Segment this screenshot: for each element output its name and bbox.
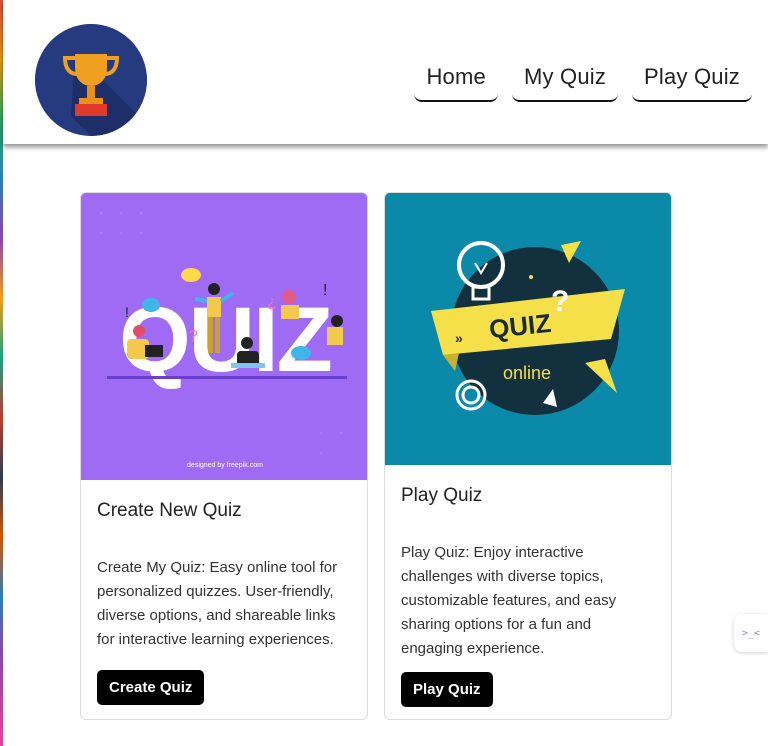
nav-home[interactable]: Home	[414, 58, 498, 102]
image-credit: designed by freepik.com	[187, 462, 263, 469]
create-quiz-card: QUIZ ¿ ? ! ! designed by freepik.com Cre…	[80, 192, 368, 720]
card-title: Play Quiz	[401, 485, 483, 506]
svg-text:?: ?	[189, 328, 198, 345]
nav-links: Home My Quiz Play Quiz	[414, 58, 752, 102]
create-quiz-button[interactable]: Create Quiz	[97, 670, 205, 705]
svg-text:?: ?	[551, 285, 569, 318]
card-title: Create New Quiz	[97, 500, 242, 521]
play-quiz-image: QUIZ ? online »	[385, 193, 671, 465]
svg-text:!: !	[323, 282, 327, 299]
card-description: Play Quiz: Enjoy interactive challenges …	[401, 544, 617, 657]
side-widget-icon[interactable]: >_<	[734, 614, 768, 652]
logo[interactable]	[35, 24, 147, 136]
svg-text:!: !	[125, 304, 129, 320]
play-quiz-card: QUIZ ? online » Play Quiz Play Quiz: Enj…	[384, 192, 672, 720]
create-quiz-image: QUIZ ¿ ? ! ! designed by freepik.com	[81, 193, 367, 480]
card-description: Create My Quiz: Easy online tool for per…	[97, 559, 338, 648]
svg-text:»: »	[455, 330, 463, 346]
play-quiz-button[interactable]: Play Quiz	[401, 672, 493, 707]
card-list: QUIZ ¿ ? ! ! designed by freepik.com Cre…	[80, 192, 672, 720]
navbar: Home My Quiz Play Quiz	[3, 0, 768, 144]
online-word: online	[503, 363, 551, 383]
nav-my-quiz[interactable]: My Quiz	[511, 58, 619, 102]
trophy-icon	[35, 24, 147, 136]
nav-play-quiz[interactable]: Play Quiz	[632, 58, 752, 102]
svg-text:¿: ¿	[267, 294, 277, 311]
